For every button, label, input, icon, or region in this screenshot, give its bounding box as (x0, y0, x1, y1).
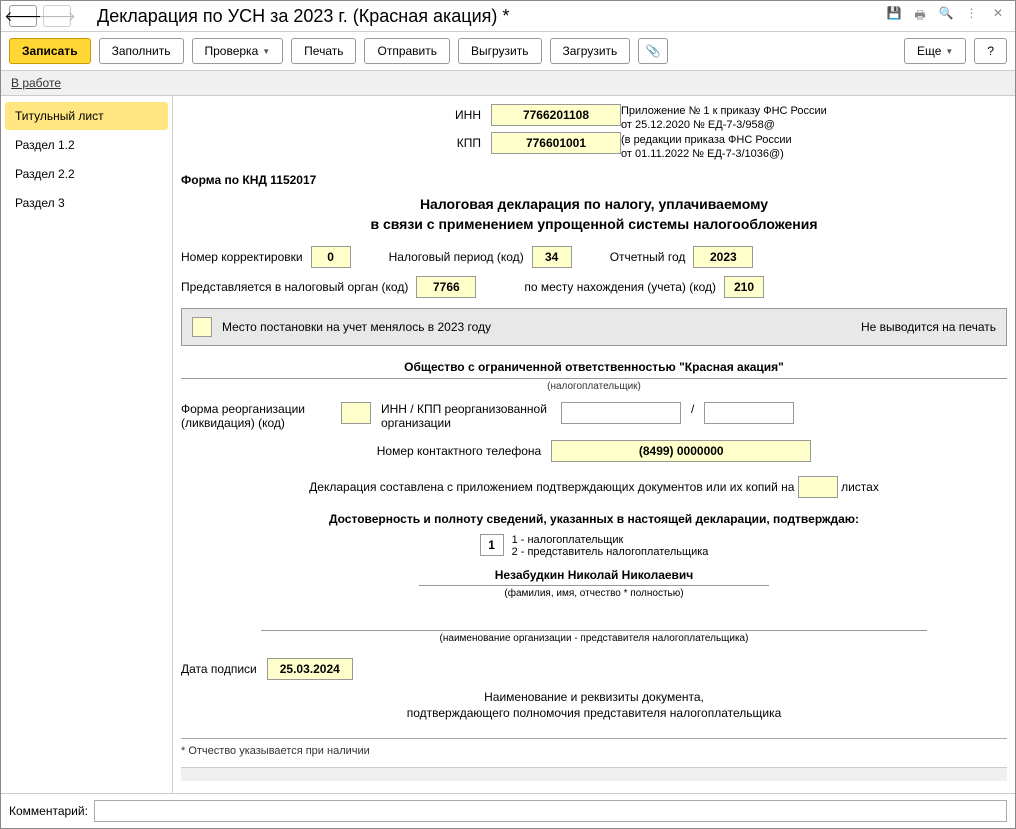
year-label: Отчетный год (610, 250, 686, 264)
chevron-down-icon: ▼ (945, 47, 953, 56)
reorg-inn-field[interactable] (561, 402, 681, 424)
signer-name[interactable]: Незабудкин Николай Николаевич (419, 568, 769, 586)
sidebar-item-2-2[interactable]: Раздел 2.2 (5, 160, 168, 188)
sidebar: Титульный лист Раздел 1.2 Раздел 2.2 Раз… (1, 96, 173, 793)
sidebar-item-title[interactable]: Титульный лист (5, 102, 168, 130)
window-title: Декларация по УСН за 2023 г. (Красная ак… (97, 6, 879, 27)
inn-label: ИНН (455, 108, 481, 122)
docs-after: листах (841, 480, 879, 494)
signer-sub: (фамилия, имя, отчество * полностью) (181, 588, 1007, 599)
order-reference: Приложение № 1 к приказу ФНС России от 2… (621, 104, 827, 161)
ref-line: (в редакции приказа ФНС России (621, 133, 827, 147)
sign-date-label: Дата подписи (181, 662, 257, 676)
attach-button[interactable]: 📎 (638, 38, 668, 64)
check-button[interactable]: Проверка▼ (192, 38, 284, 64)
chevron-down-icon: ▼ (262, 47, 270, 56)
strip-right: Не выводится на печать (861, 320, 996, 334)
close-icon[interactable]: ✕ (989, 6, 1007, 27)
organ-label: Представляется в налоговый орган (код) (181, 280, 408, 294)
doc-auth-line2: подтверждающего полномочия представителя… (181, 706, 1007, 720)
strip-text: Место постановки на учет менялось в 2023… (222, 320, 491, 334)
reorg-kpp-field[interactable] (704, 402, 794, 424)
ref-line: от 01.11.2022 № ЕД-7-3/1036@) (621, 147, 827, 161)
inn-field[interactable]: 7766201108 (491, 104, 621, 126)
reorg-inn-label: ИНН / КПП реорганизованной организации (381, 402, 551, 430)
period-label: Налоговый период (код) (389, 250, 524, 264)
docs-pages-field[interactable] (798, 476, 838, 498)
download-button[interactable]: Загрузить (550, 38, 631, 64)
confirm-code-field[interactable]: 1 (480, 534, 504, 556)
comment-label: Комментарий: (9, 804, 88, 818)
registration-changed-checkbox[interactable] (192, 317, 212, 337)
period-field[interactable]: 34 (532, 246, 572, 268)
footnote: * Отчество указывается при наличии (181, 738, 1007, 757)
title-line: в связи с применением упрощенной системы… (181, 215, 1007, 235)
legend-line: 1 - налогоплательщик (512, 534, 709, 546)
doc-auth-line1: Наименование и реквизиты документа, (181, 690, 1007, 704)
confirm-title: Достоверность и полноту сведений, указан… (181, 512, 1007, 526)
docs-before: Декларация составлена с приложением подт… (309, 480, 794, 494)
reorg-code-field[interactable] (341, 402, 371, 424)
check-label: Проверка (205, 44, 259, 58)
save-icon[interactable]: 💾 (885, 6, 903, 27)
place-label: по месту нахождения (учета) (код) (524, 280, 716, 294)
sidebar-item-3[interactable]: Раздел 3 (5, 189, 168, 217)
ref-line: Приложение № 1 к приказу ФНС России (621, 104, 827, 118)
save-button[interactable]: Записать (9, 38, 91, 64)
confirm-legend: 1 - налогоплательщик 2 - представитель н… (512, 534, 709, 558)
page-title: Налоговая декларация по налогу, уплачива… (181, 195, 1007, 234)
form-code: Форма по КНД 1152017 (181, 173, 1007, 187)
print-button[interactable]: Печать (291, 38, 356, 64)
reorg-form-label: Форма реорганизации (ликвидация) (код) (181, 402, 331, 430)
sign-date-field[interactable]: 25.03.2024 (267, 658, 353, 680)
send-button[interactable]: Отправить (364, 38, 450, 64)
help-button[interactable]: ? (974, 38, 1007, 64)
title-line: Налоговая декларация по налогу, уплачива… (181, 195, 1007, 215)
organ-field[interactable]: 7766 (416, 276, 476, 298)
forward-button[interactable]: 🡒 (43, 5, 71, 27)
back-button[interactable]: 🡐 (9, 5, 37, 27)
preview-icon[interactable]: 🔍 (937, 6, 955, 27)
rep-org-line[interactable] (261, 613, 927, 631)
more-label: Еще (917, 44, 941, 58)
registration-change-strip: Место постановки на учет менялось в 2023… (181, 308, 1007, 346)
kpp-label: КПП (457, 136, 481, 150)
slash: / (691, 402, 694, 416)
kpp-field[interactable]: 776601001 (491, 132, 621, 154)
more-icon[interactable]: ⋮ (963, 6, 981, 27)
year-field[interactable]: 2023 (693, 246, 753, 268)
sidebar-item-1-2[interactable]: Раздел 1.2 (5, 131, 168, 159)
ref-line: от 25.12.2020 № ЕД-7-3/958@ (621, 118, 827, 132)
correction-label: Номер корректировки (181, 250, 303, 264)
phone-field[interactable]: (8499) 0000000 (551, 440, 811, 462)
status-link[interactable]: В работе (11, 76, 61, 90)
place-field[interactable]: 210 (724, 276, 764, 298)
print-icon[interactable]: 🖶 (911, 6, 929, 27)
upload-button[interactable]: Выгрузить (458, 38, 542, 64)
organization-name[interactable]: Общество с ограниченной ответственностью… (181, 360, 1007, 379)
content-area[interactable]: ИНН 7766201108 КПП 776601001 Приложение … (173, 96, 1015, 793)
phone-label: Номер контактного телефона (377, 444, 541, 458)
legend-line: 2 - представитель налогоплательщика (512, 546, 709, 558)
horizontal-scrollbar[interactable] (181, 767, 1007, 781)
fill-button[interactable]: Заполнить (99, 38, 184, 64)
more-button[interactable]: Еще ▼ (904, 38, 966, 64)
comment-input[interactable] (94, 800, 1007, 822)
rep-org-sub: (наименование организации - представител… (181, 633, 1007, 644)
organization-sub: (налогоплательщик) (181, 381, 1007, 392)
correction-field[interactable]: 0 (311, 246, 351, 268)
